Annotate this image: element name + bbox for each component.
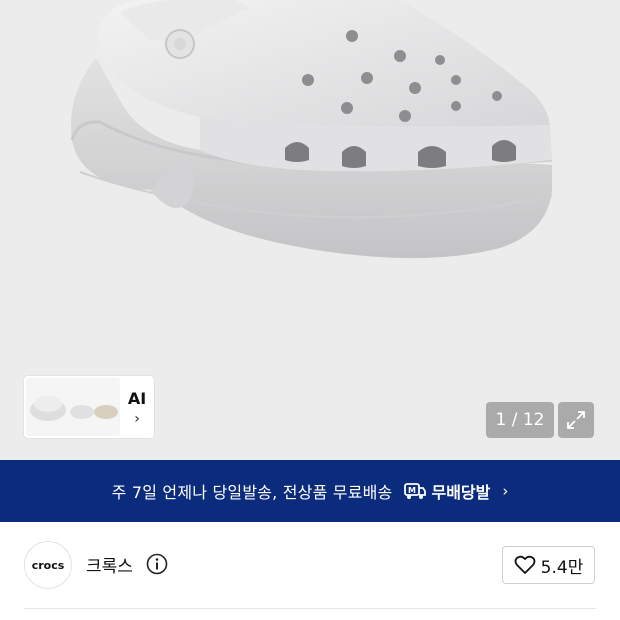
image-counter: 1 / 12 [486,402,554,438]
store-name[interactable]: 크록스 [86,552,133,577]
thumbnail-image [26,378,120,436]
svg-text:M: M [408,486,416,495]
info-circle-icon[interactable] [146,553,168,575]
ai-thumbnail-button[interactable]: AI › [24,376,154,438]
product-image-gallery[interactable]: AI › 1 / 12 [0,0,620,460]
store-logo[interactable]: crocs [24,541,72,589]
banner-brand-label: 무배당발 [431,483,491,502]
like-count: 5.4만 [540,557,584,578]
divider [24,608,596,609]
expand-arrows-icon [567,411,585,429]
store-info: crocs 크록스 5.4만 [0,522,620,608]
delivery-truck-icon: M [404,483,427,499]
banner-text: 주 7일 언제나 당일발송, 전상품 무료배송 [111,483,393,502]
chevron-right-icon: › [134,410,140,427]
like-button[interactable]: 5.4만 [502,546,595,584]
banner-brand: M 무배당발 [404,479,490,503]
fullscreen-button[interactable] [558,402,594,438]
shipping-banner[interactable]: 주 7일 언제나 당일발송, 전상품 무료배송 M 무배당발 › [0,460,620,522]
heart-outline-icon [514,555,536,574]
thumbnail-label: AI [127,388,147,408]
chevron-right-icon: › [502,482,509,500]
